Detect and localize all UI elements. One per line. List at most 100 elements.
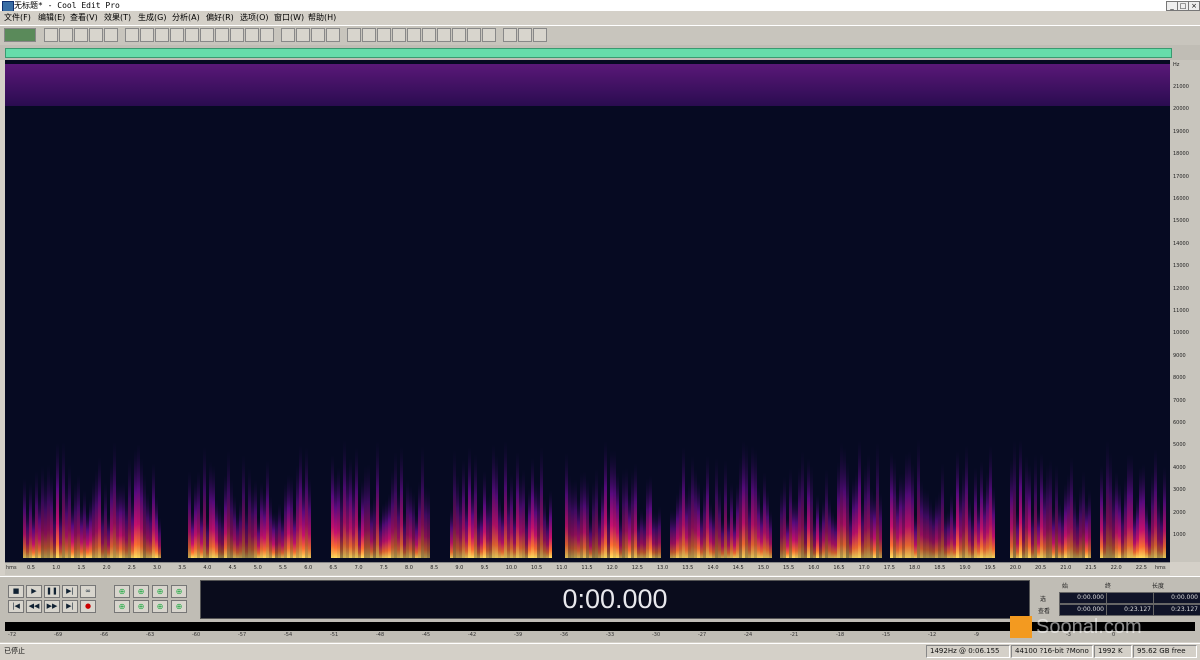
new-file-icon[interactable] [44, 28, 58, 42]
spectral-energy-column [616, 472, 619, 558]
spectral-energy-column [1121, 504, 1124, 558]
save-as-icon[interactable] [89, 28, 103, 42]
undo-icon[interactable] [125, 28, 139, 42]
menu-options[interactable]: 选项(O) [240, 12, 269, 23]
zoom-out-v-icon[interactable]: ⊕ [152, 600, 168, 613]
zoom-in-right-icon[interactable]: ⊕ [114, 600, 130, 613]
menu-window[interactable]: 窗口(W) [274, 12, 304, 23]
copy-icon[interactable] [170, 28, 184, 42]
view-6-icon[interactable] [422, 28, 436, 42]
spectral-energy-column [914, 514, 917, 558]
pause-button[interactable]: ❚❚ [44, 585, 60, 598]
save-icon[interactable] [74, 28, 88, 42]
spectral-energy-column [646, 478, 649, 558]
spectral-energy-column [486, 495, 489, 558]
paste-icon[interactable] [185, 28, 199, 42]
spectral-energy-column [697, 481, 700, 558]
meter-tick-label: -63 [146, 632, 155, 638]
zoom-sel-icon[interactable]: ⊕ [171, 600, 187, 613]
play-button[interactable]: ▶ [26, 585, 42, 598]
menu-analyze[interactable]: 分析(A) [172, 12, 200, 23]
crop-icon[interactable] [230, 28, 244, 42]
loop-button[interactable]: ∞ [80, 585, 96, 598]
script-icon[interactable] [503, 28, 517, 42]
spectral-energy-column [215, 499, 218, 558]
view-10-icon[interactable] [482, 28, 496, 42]
view-9-icon[interactable] [467, 28, 481, 42]
select-all-icon[interactable] [260, 28, 274, 42]
spectral-energy-column [477, 511, 480, 558]
spectral-view-icon[interactable] [281, 28, 295, 42]
spectral-energy-column [709, 501, 712, 558]
spectral-energy-column [631, 470, 634, 558]
go-end-button[interactable]: ▶| [62, 600, 78, 613]
mix-paste-icon[interactable] [215, 28, 229, 42]
frequency-tick-label: 14000 [1173, 240, 1189, 247]
spectral-energy-column [822, 499, 825, 558]
spectral-energy-column [340, 482, 343, 558]
selection-header-length: 长度 [1152, 583, 1165, 590]
menu-effects[interactable]: 效果(T) [104, 12, 131, 23]
zoom-out-h-icon[interactable]: ⊕ [133, 585, 149, 598]
stop-button[interactable]: ■ [8, 585, 24, 598]
spectral-energy-column [682, 446, 685, 558]
time-tick-label: 7.5 [379, 565, 388, 571]
open-file-icon[interactable] [59, 28, 73, 42]
go-start-button[interactable]: |◀ [8, 600, 24, 613]
menu-edit[interactable]: 编辑(E) [38, 12, 65, 23]
close-icon[interactable] [104, 28, 118, 42]
close-button[interactable]: × [1188, 1, 1200, 11]
spectral-energy-column [131, 496, 134, 558]
view-length-field[interactable]: 0:23.127 [1153, 604, 1200, 616]
spectral-energy-column [272, 511, 275, 558]
record-button[interactable]: ● [80, 600, 96, 613]
time-tick-label: 8.5 [430, 565, 439, 571]
view-1-icon[interactable] [347, 28, 361, 42]
batch-icon[interactable] [518, 28, 532, 42]
info-icon[interactable] [296, 28, 310, 42]
view-5-icon[interactable] [407, 28, 421, 42]
play-icon[interactable] [392, 28, 406, 42]
selection-begin-field[interactable]: 0:00.000 [1059, 592, 1108, 604]
spectral-energy-column [188, 471, 191, 558]
status-bar: 已停止 1492Hz @ 0:06.155 44100 ?16-bit ?Mon… [0, 643, 1200, 660]
view-7-icon[interactable] [437, 28, 451, 42]
selection-end-field[interactable] [1106, 592, 1155, 604]
waveform-view-button[interactable] [4, 28, 36, 42]
menu-favorites[interactable]: 偏好(R) [206, 12, 234, 23]
help-icon[interactable] [533, 28, 547, 42]
trim-icon[interactable] [245, 28, 259, 42]
view-begin-field[interactable]: 0:00.000 [1059, 604, 1108, 616]
overview-strip[interactable] [5, 48, 1172, 58]
zoom-full-icon[interactable]: ⊕ [152, 585, 168, 598]
play-to-end-button[interactable]: ▶| [62, 585, 78, 598]
selection-length-field[interactable]: 0:00.000 [1153, 592, 1200, 604]
time-tick-label: 7.0 [354, 565, 363, 571]
view-3-icon[interactable] [377, 28, 391, 42]
zoom-in-h-icon[interactable]: ⊕ [114, 585, 130, 598]
spectral-energy-column [673, 509, 676, 558]
zoom-in-left-icon[interactable]: ⊕ [171, 585, 187, 598]
menu-file[interactable]: 文件(F) [4, 12, 31, 23]
view-2-icon[interactable] [362, 28, 376, 42]
redo-icon[interactable] [140, 28, 154, 42]
options-icon[interactable] [311, 28, 325, 42]
fast-forward-button[interactable]: ▶▶ [44, 600, 60, 613]
spectral-energy-column [158, 517, 161, 558]
view-8-icon[interactable] [452, 28, 466, 42]
settings-icon[interactable] [326, 28, 340, 42]
spectral-energy-column [565, 452, 568, 558]
menu-view[interactable]: 查看(V) [70, 12, 98, 23]
spectral-energy-column [245, 504, 248, 558]
menu-generate[interactable]: 生成(G) [138, 12, 166, 23]
cut-icon[interactable] [200, 28, 214, 42]
spectral-energy-column [143, 473, 146, 558]
spectrogram[interactable] [5, 60, 1170, 562]
view-end-field[interactable]: 0:23.127 [1106, 604, 1155, 616]
spectral-energy-column [757, 487, 760, 558]
rewind-button[interactable]: ◀◀ [26, 600, 42, 613]
zoom-in-v-icon[interactable]: ⊕ [133, 600, 149, 613]
spectral-energy-column [453, 449, 456, 558]
menu-help[interactable]: 帮助(H) [308, 12, 336, 23]
repeat-icon[interactable] [155, 28, 169, 42]
